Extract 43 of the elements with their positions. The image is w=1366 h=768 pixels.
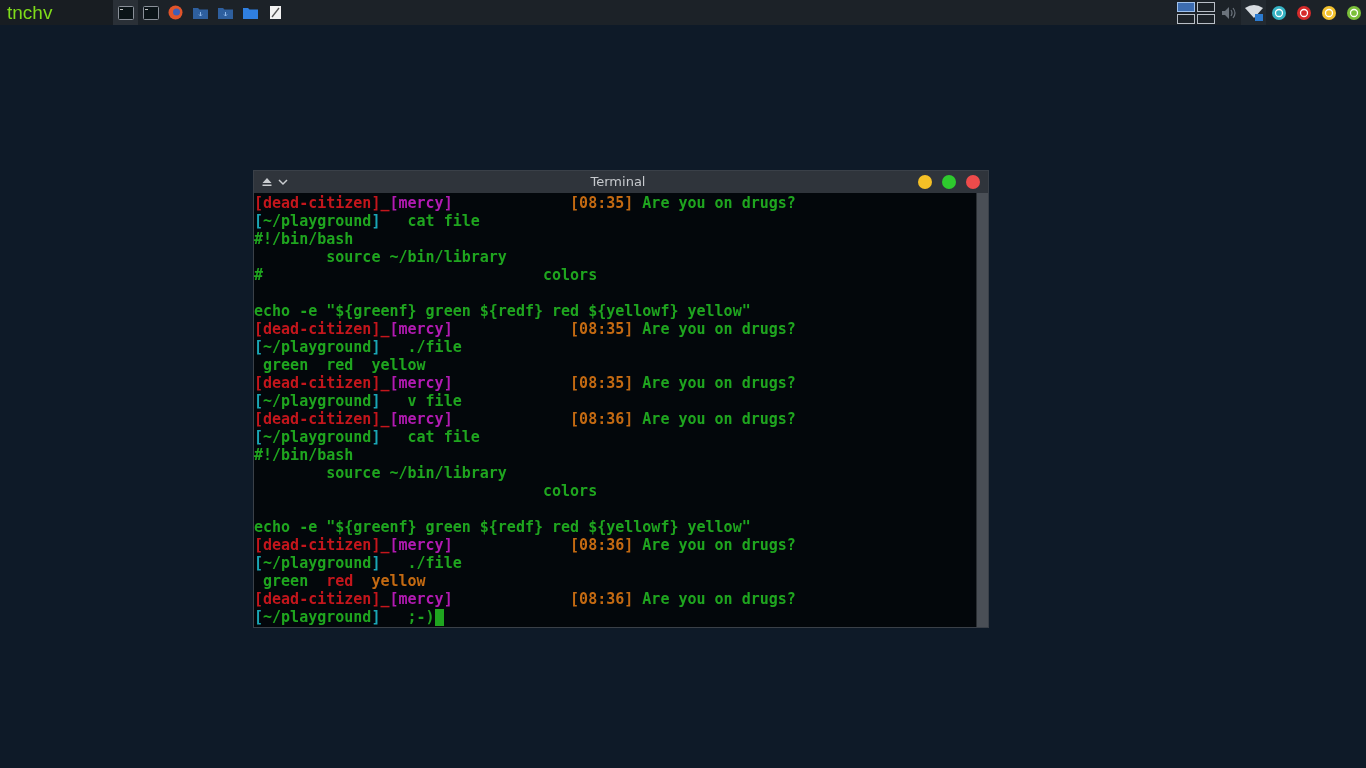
prompt-line: [~/playground] ;-) xyxy=(254,608,435,626)
volume-icon[interactable] xyxy=(1221,5,1236,20)
terminal-line: green red yellow xyxy=(262,572,426,590)
terminal-icon[interactable] xyxy=(117,5,134,20)
wifi-icon[interactable] xyxy=(1244,4,1263,21)
terminal-line: echo -e "${greenf} green ${redf} red ${yellowf} yellow" xyxy=(254,302,751,320)
window-title: Terminal xyxy=(590,173,646,192)
chevron-down-icon[interactable] xyxy=(278,178,288,186)
terminal-line: [~/playground] v file xyxy=(254,392,462,410)
scrollbar[interactable] xyxy=(976,193,988,627)
terminal-line: # colors xyxy=(254,266,598,284)
terminal-line: source ~/bin/library xyxy=(325,464,507,482)
download-folder-icon[interactable] xyxy=(218,6,233,19)
terminal-line: [dead-citizen]_[mercy] [08:35] Are you on drugs? xyxy=(254,320,796,338)
terminal-line: source ~/bin/library xyxy=(325,248,507,266)
text-cursor xyxy=(434,608,444,626)
workspace-button[interactable] xyxy=(1176,13,1195,24)
workspace-button[interactable] xyxy=(1197,1,1216,12)
terminal-line: #!/bin/bash xyxy=(254,230,354,248)
terminal-icon[interactable] xyxy=(142,5,159,20)
terminal-line: [dead-citizen]_[mercy] [08:35] Are you on drugs? xyxy=(254,194,796,212)
minimize-button[interactable] xyxy=(918,175,932,189)
eject-icon[interactable] xyxy=(262,177,272,187)
terminal-line: colors xyxy=(542,482,598,500)
terminal-line: #!/bin/bash xyxy=(254,446,354,464)
terminal-line: [dead-citizen]_[mercy] [08:36] Are you on drugs? xyxy=(254,536,796,554)
workspace-button[interactable] xyxy=(1197,13,1216,24)
terminal-line: [~/playground] ./file xyxy=(254,554,462,572)
maximize-button[interactable] xyxy=(942,175,956,189)
folder-icon[interactable] xyxy=(243,6,258,19)
terminal-line: echo -e "${greenf} green ${redf} red ${yellowf} yellow" xyxy=(254,518,751,536)
terminal-line: [dead-citizen]_[mercy] [08:36] Are you on drugs? xyxy=(254,590,796,608)
browser-icon[interactable] xyxy=(168,5,183,20)
terminal-line: green red yellow xyxy=(262,356,426,374)
text-editor-icon[interactable] xyxy=(269,5,282,20)
terminal-line: [~/playground] ./file xyxy=(254,338,462,356)
terminal-line: [dead-citizen]_[mercy] [08:35] Are you on drugs? xyxy=(254,374,796,392)
terminal-line: [~/playground] cat file xyxy=(254,212,480,230)
terminal-line: [~/playground] cat file xyxy=(254,428,480,446)
terminal-line: [dead-citizen]_[mercy] [08:36] Are you on drugs? xyxy=(254,410,796,428)
download-folder-icon[interactable] xyxy=(193,6,208,19)
close-button[interactable] xyxy=(966,175,980,189)
workspace-button[interactable] xyxy=(1176,1,1195,12)
